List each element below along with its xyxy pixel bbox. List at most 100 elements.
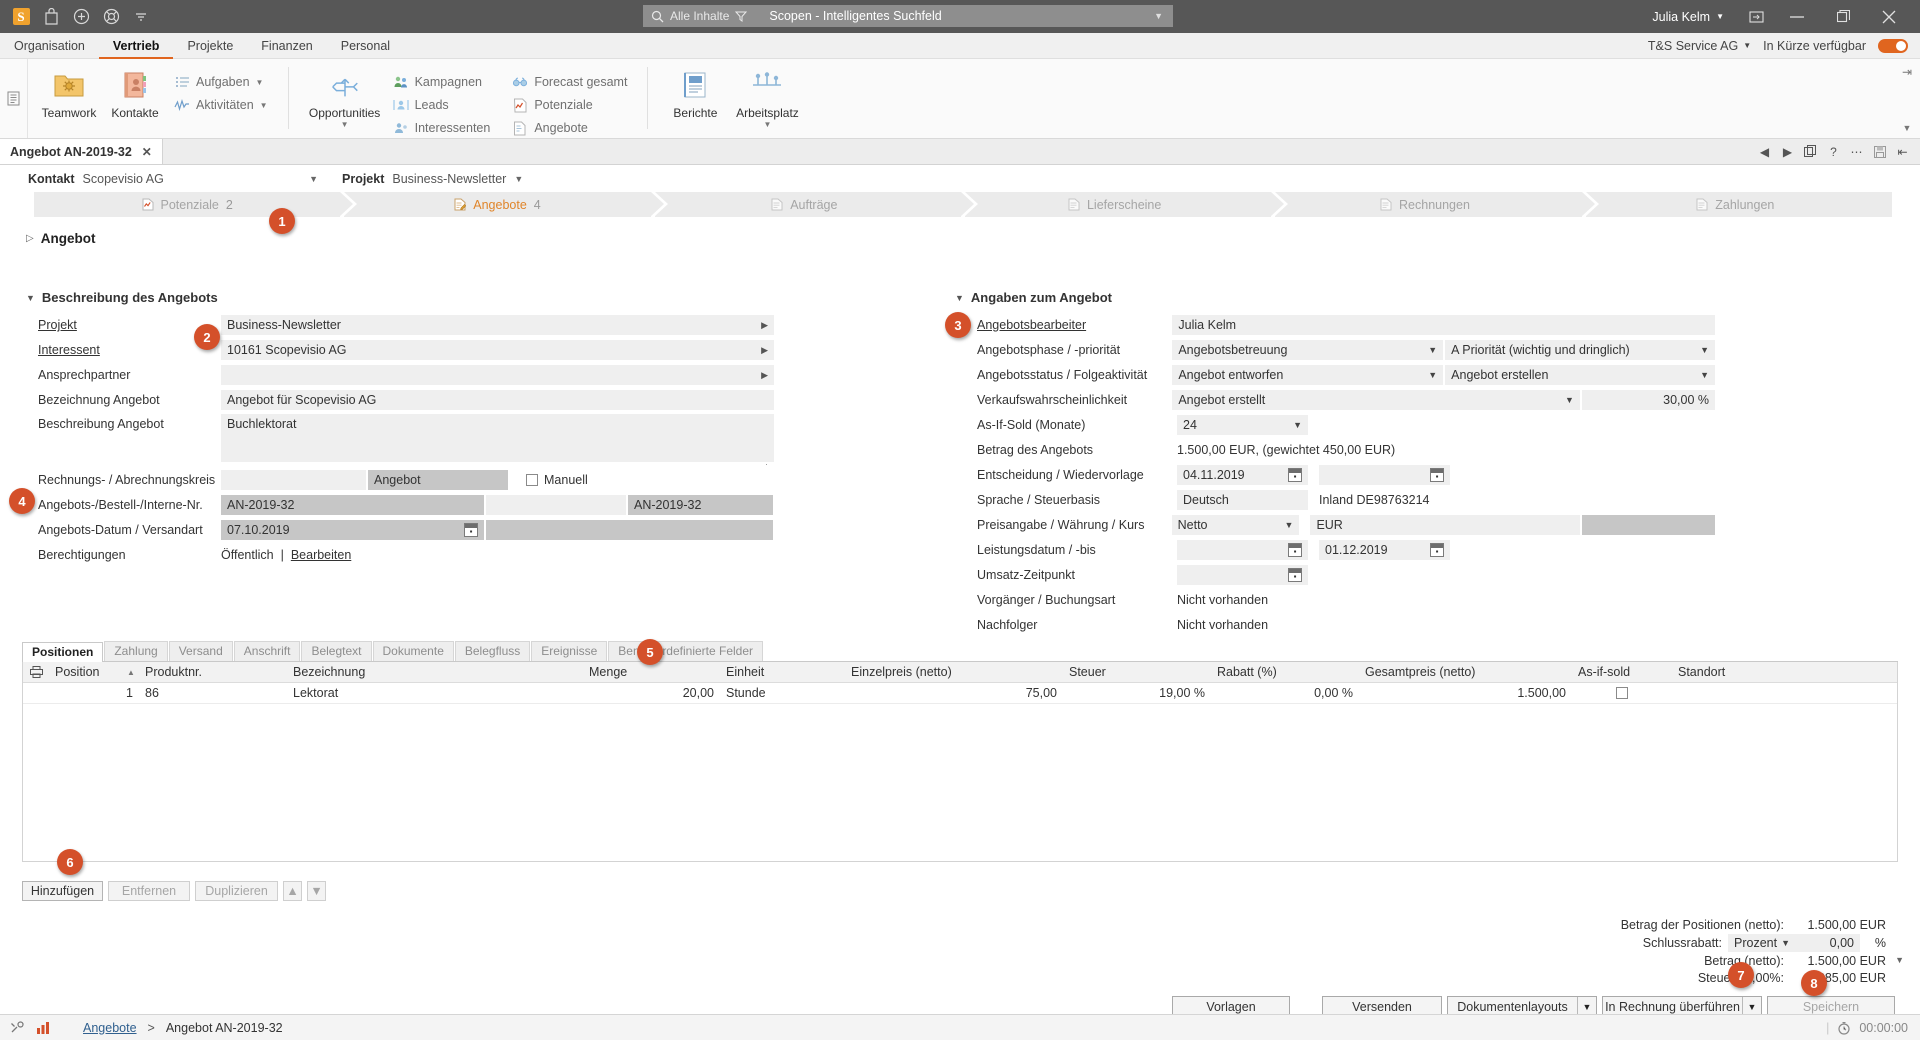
tab-dokumente[interactable]: Dokumente <box>372 641 454 661</box>
input-angebotsbearbeiter[interactable]: Julia Kelm <box>1172 315 1715 335</box>
grid-col-steuer[interactable]: Steuer <box>1063 665 1211 679</box>
checkbox-manuell-wrap[interactable]: Manuell <box>526 473 588 487</box>
permissions-edit-link[interactable]: Bearbeiten <box>291 548 351 562</box>
ribbon-pin-icon[interactable]: ⇥ <box>1902 65 1912 79</box>
plus-circle-icon[interactable] <box>66 4 96 30</box>
process-step-zahlungen[interactable]: Zahlungen <box>1585 192 1892 217</box>
duplizieren-button[interactable]: Duplizieren <box>195 881 278 901</box>
move-up-button[interactable]: ▲ <box>283 881 302 901</box>
input-rechnungskreis[interactable] <box>221 470 366 490</box>
close-icon[interactable]: ✕ <box>142 145 152 159</box>
search-input[interactable]: Scopen - Intelligentes Suchfeld <box>747 9 1154 23</box>
menu-item-personal[interactable]: Personal <box>327 33 404 59</box>
move-down-button[interactable]: ▼ <box>307 881 326 901</box>
input-versandart[interactable] <box>486 520 773 540</box>
grid-col-produktnr[interactable]: Produktnr. <box>139 665 287 679</box>
process-step-lieferscheine[interactable]: Lieferscheine <box>964 192 1289 217</box>
ribbon-button-arbeitsplatz[interactable]: Arbeitsplatz ▼ <box>728 63 806 129</box>
ribbon-button-angebote[interactable]: Angebote <box>506 118 633 138</box>
process-step-potenziale[interactable]: Potenziale 2 <box>34 192 358 217</box>
contact-selector[interactable]: Kontakt Scopevisio AG ▼ <box>28 172 318 186</box>
input-schlussrabatt-wert[interactable]: 0,00 <box>1796 933 1860 952</box>
ribbon-button-berichte[interactable]: Berichte <box>662 63 728 120</box>
tab-anschrift[interactable]: Anschrift <box>233 641 301 661</box>
tab-positionen[interactable]: Positionen <box>22 642 104 662</box>
ribbon-button-aufgaben[interactable]: Aufgaben ▼ <box>168 72 274 92</box>
input-beschreibung-angebot[interactable]: Buchlektorat <box>221 414 774 462</box>
process-step-angebote[interactable]: Angebote 4 <box>344 192 669 217</box>
search-scope[interactable]: Alle Inhalte <box>643 9 748 23</box>
cell-steuer[interactable]: 19,00 % <box>1063 686 1211 700</box>
grid-settings-icon[interactable] <box>23 666 49 678</box>
expand-triangle-icon[interactable]: ▷ <box>26 233 34 244</box>
input-abrechnungskreis[interactable]: Angebot <box>368 470 508 490</box>
select-angebotsprioritaet[interactable]: A Priorität (wichtig und dringlich) ▼ <box>1445 340 1715 360</box>
left-section-title[interactable]: ▼ Beschreibung des Angebots <box>26 290 786 305</box>
tab-versand[interactable]: Versand <box>168 641 233 661</box>
ribbon-button-leads[interactable]: Leads <box>387 95 497 115</box>
timer-icon[interactable] <box>1837 1021 1851 1035</box>
select-folgeaktivitaet[interactable]: Angebot erstellen ▼ <box>1445 365 1715 385</box>
select-angebotsstatus[interactable]: Angebot entworfen ▼ <box>1172 365 1444 385</box>
breadcrumb-link-angebote[interactable]: Angebote <box>83 1021 137 1035</box>
search-dropdown-icon[interactable]: ▼ <box>1154 11 1173 21</box>
window-maximize-button[interactable] <box>1820 0 1866 33</box>
chevron-down-icon[interactable] <box>126 4 156 30</box>
hinzufuegen-button[interactable]: Hinzufügen <box>22 881 103 901</box>
input-entscheidungsdatum[interactable]: 04.11.2019 ▪ <box>1177 465 1308 485</box>
menu-item-projekte[interactable]: Projekte <box>173 33 247 59</box>
chart-icon[interactable] <box>36 1021 51 1035</box>
grid-col-einzelpreis[interactable]: Einzelpreis (netto) <box>845 665 1063 679</box>
ribbon-expand-icon[interactable]: ▼ <box>1903 123 1912 133</box>
input-wiedervorlage[interactable]: ▪ <box>1319 465 1450 485</box>
select-angebotsphase[interactable]: Angebotsbetreuung ▼ <box>1172 340 1444 360</box>
ribbon-collapse-handle[interactable] <box>0 59 28 138</box>
cell-as-if-sold[interactable] <box>1572 687 1672 699</box>
global-search[interactable]: Alle Inhalte Scopen - Intelligentes Such… <box>643 5 1173 27</box>
window-minimize-button[interactable] <box>1774 0 1820 33</box>
ribbon-button-kontakte[interactable]: Kontakte <box>102 63 168 120</box>
cell-gesamtpreis[interactable]: 1.500,00 <box>1359 686 1572 700</box>
collapse-triangle-icon[interactable]: ▼ <box>955 293 964 303</box>
grid-col-rabatt[interactable]: Rabatt (%) <box>1211 665 1359 679</box>
chevron-down-icon[interactable]: ▼ <box>1781 938 1790 948</box>
calendar-icon[interactable]: ▪ <box>1288 543 1302 557</box>
tab-belegtext[interactable]: Belegtext <box>301 641 372 661</box>
input-interessent[interactable]: 10161 Scopevisio AG ▶ <box>221 340 774 360</box>
collapse-triangle-icon[interactable]: ▼ <box>26 293 35 303</box>
chevron-down-icon[interactable]: ▼ <box>514 174 523 184</box>
collapse-panel-icon[interactable]: ⇤ <box>1891 139 1914 165</box>
chevron-down-icon[interactable]: ▼ <box>1700 345 1709 355</box>
ribbon-button-kampagnen[interactable]: Kampagnen <box>387 72 497 92</box>
cell-einheit[interactable]: Stunde <box>720 686 845 700</box>
availability-toggle[interactable] <box>1878 38 1908 53</box>
cell-menge[interactable]: 20,00 <box>583 686 720 700</box>
picker-arrow-icon[interactable]: ▶ <box>761 345 768 356</box>
process-step-rechnungen[interactable]: Rechnungen <box>1275 192 1599 217</box>
grid-col-bezeichnung[interactable]: Bezeichnung <box>287 665 583 679</box>
right-section-title[interactable]: ▼ Angaben zum Angebot <box>955 290 1715 305</box>
calendar-icon[interactable]: ▪ <box>1430 543 1444 557</box>
menu-item-organisation[interactable]: Organisation <box>0 33 99 59</box>
prev-record-icon[interactable]: ◀ <box>1753 139 1776 165</box>
chevron-down-icon[interactable]: ▼ <box>1428 345 1437 355</box>
input-bezeichnung-angebot[interactable]: Angebot für Scopevisio AG <box>221 390 774 410</box>
label-projekt[interactable]: Projekt <box>26 318 221 332</box>
checkbox-as-if-sold[interactable] <box>1616 687 1628 699</box>
entfernen-button[interactable]: Entfernen <box>108 881 190 901</box>
tab-ereignisse[interactable]: Ereignisse <box>531 641 608 661</box>
picker-arrow-icon[interactable]: ▶ <box>761 370 768 381</box>
process-step-auftraege[interactable]: Aufträge <box>654 192 979 217</box>
cell-rabatt[interactable]: 0,00 % <box>1211 686 1359 700</box>
app-logo[interactable]: S <box>6 4 36 30</box>
grid-col-position[interactable]: Position <box>49 665 121 679</box>
input-internenr[interactable]: AN-2019-32 <box>628 495 773 515</box>
tab-belegfluss[interactable]: Belegfluss <box>454 641 531 661</box>
cell-einzelpreis[interactable]: 75,00 <box>845 686 1063 700</box>
ribbon-button-forecast-gesamt[interactable]: Forecast gesamt <box>506 72 633 92</box>
calendar-icon[interactable]: ▪ <box>1430 468 1444 482</box>
calendar-icon[interactable]: ▪ <box>1288 568 1302 582</box>
input-waehrung[interactable]: EUR <box>1310 515 1581 535</box>
save-icon[interactable] <box>1868 139 1891 165</box>
input-wahrscheinlichkeit-prozent[interactable]: 30,00 % <box>1581 390 1716 410</box>
